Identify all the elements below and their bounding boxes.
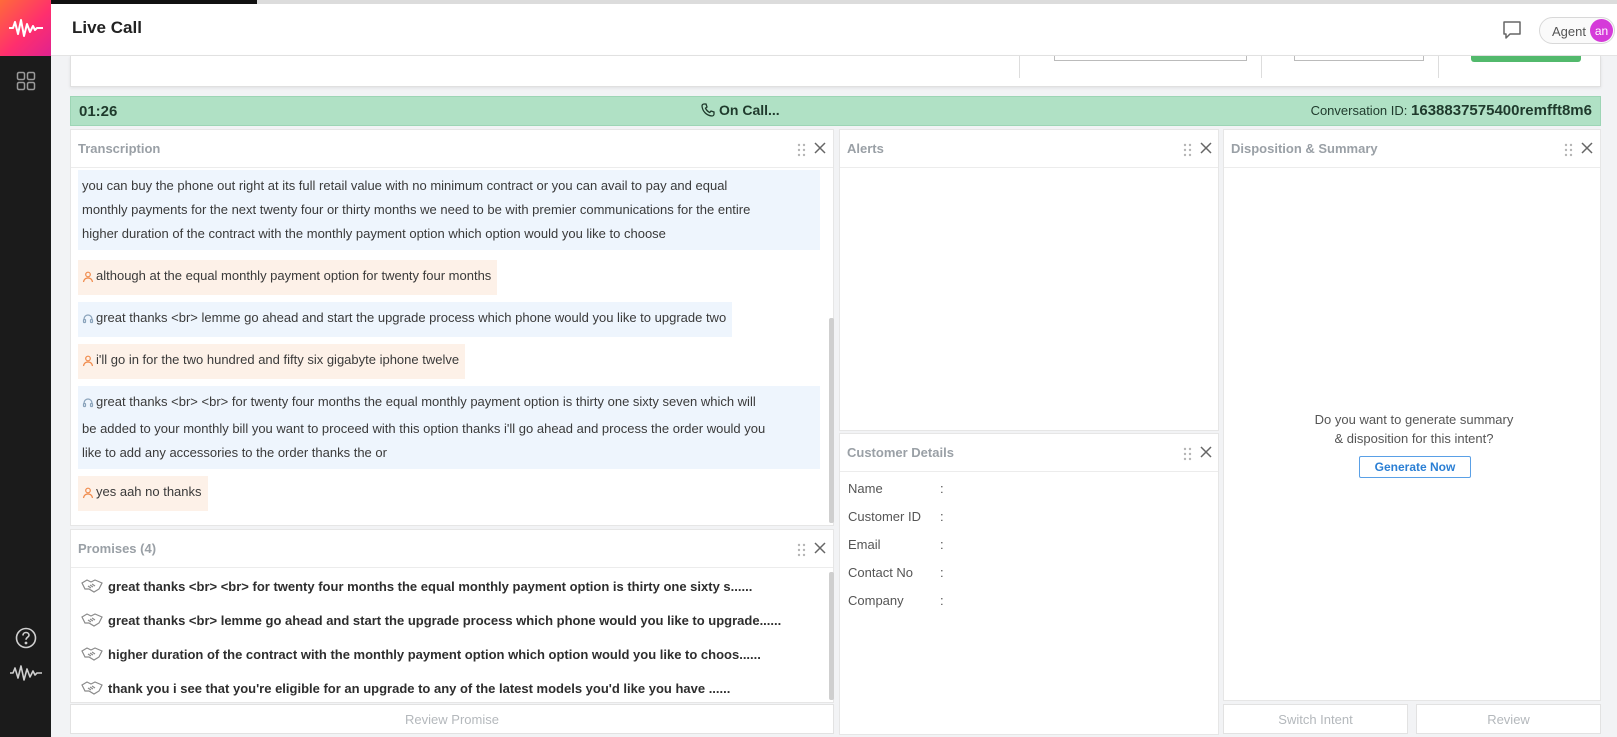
- agent-label: Agent: [1552, 24, 1586, 39]
- avatar: an: [1590, 19, 1613, 42]
- switch-intent-button[interactable]: Switch Intent: [1223, 704, 1408, 734]
- transcript-text: although at the equal monthly payment op…: [96, 268, 492, 283]
- panel-header: Promises (4): [71, 530, 833, 568]
- transcript-list: you can buy the phone out right at its f…: [76, 170, 834, 513]
- transcript-text: higher duration of the contract with the…: [82, 226, 666, 241]
- panel-header: Transcription: [71, 130, 833, 168]
- waveform-logo-icon[interactable]: [0, 0, 51, 56]
- promises-panel: Promises (4) great thanks <br> <br> for …: [70, 529, 834, 703]
- transcription-panel: Transcription you can buy the phone out …: [70, 129, 834, 526]
- handshake-icon: [81, 578, 105, 597]
- summary-prompt-line1: Do you want to generate summary: [1314, 412, 1514, 427]
- drag-handle-icon[interactable]: [1183, 447, 1193, 461]
- panel-header: Alerts: [840, 130, 1218, 168]
- call-state-label: On Call...: [719, 102, 780, 118]
- left-rail: [0, 0, 51, 737]
- promise-item[interactable]: higher duration of the contract with the…: [81, 646, 761, 665]
- promise-text: great thanks <br> <br> for twenty four m…: [108, 578, 753, 594]
- call-state: On Call...: [701, 102, 780, 118]
- generate-now-button[interactable]: Generate Now: [1359, 456, 1471, 478]
- drag-handle-icon[interactable]: [797, 143, 807, 157]
- handshake-icon: [81, 646, 105, 665]
- close-icon[interactable]: [1579, 140, 1595, 156]
- grid-apps-icon[interactable]: [0, 66, 51, 96]
- call-controls-panel: [70, 56, 1601, 87]
- transcription-title: Transcription: [78, 141, 161, 156]
- transcript-text: yes aah no thanks: [96, 484, 202, 499]
- conversation-id-value: 1638837575400remfft8m6: [1411, 102, 1592, 119]
- disposition-title: Disposition & Summary: [1231, 141, 1378, 156]
- app-root: Live Call Agent an 01:26 On Call... Conv…: [0, 0, 1617, 737]
- page-header: Live Call Agent an: [51, 4, 1617, 56]
- conversation-id: Conversation ID: 1638837575400remfft8m6: [1311, 102, 1592, 119]
- phone-icon: [701, 103, 715, 117]
- transcript-text: you can buy the phone out right at its f…: [82, 178, 728, 193]
- headset-icon: [82, 393, 96, 417]
- scrollbar[interactable]: [829, 318, 834, 523]
- promise-text: higher duration of the contract with the…: [108, 646, 761, 662]
- transcript-text: be added to your monthly bill you want t…: [82, 421, 766, 436]
- review-button[interactable]: Review: [1416, 704, 1601, 734]
- promise-item[interactable]: thank you i see that you're eligible for…: [81, 680, 730, 699]
- panel-header: Disposition & Summary: [1224, 130, 1600, 168]
- summary-prompt: Do you want to generate summary & dispos…: [1224, 410, 1604, 448]
- close-icon[interactable]: [812, 140, 828, 156]
- person-icon: [82, 483, 96, 507]
- customer-details-panel: Customer Details Name: Customer ID: Emai…: [839, 433, 1219, 735]
- input-field[interactable]: [1294, 56, 1424, 61]
- close-icon[interactable]: [1198, 140, 1214, 156]
- transcript-message: yes aah no thanks: [78, 476, 208, 511]
- transcript-text: like to add any accessories to the order…: [82, 445, 387, 460]
- handshake-icon: [81, 612, 105, 631]
- drag-handle-icon[interactable]: [1564, 143, 1574, 157]
- close-icon[interactable]: [1198, 444, 1214, 460]
- transcript-message: great thanks <br> <br> for twenty four m…: [78, 386, 820, 469]
- transcript-text: monthly payments for the next twenty fou…: [82, 202, 751, 217]
- transcript-message: i'll go in for the two hundred and fifty…: [78, 344, 466, 379]
- promises-title: Promises (4): [78, 541, 157, 556]
- transcript-text: i'll go in for the two hundred and fifty…: [96, 352, 460, 367]
- promise-text: thank you i see that you're eligible for…: [108, 680, 731, 696]
- call-status-bar: 01:26 On Call... Conversation ID: 163883…: [70, 96, 1601, 126]
- agent-menu[interactable]: Agent an: [1539, 17, 1615, 44]
- panel-header: Customer Details: [840, 434, 1218, 472]
- alerts-panel: Alerts: [839, 129, 1219, 431]
- page-title: Live Call: [72, 18, 142, 37]
- transcript-text: great thanks <br> lemme go ahead and sta…: [96, 310, 727, 325]
- drag-handle-icon[interactable]: [1183, 143, 1193, 157]
- alerts-title: Alerts: [847, 141, 884, 156]
- close-icon[interactable]: [812, 540, 828, 556]
- help-circle-icon[interactable]: [0, 623, 51, 653]
- summary-prompt-line2: & disposition for this intent?: [1334, 431, 1494, 446]
- scrollbar[interactable]: [829, 572, 834, 700]
- transcript-text: great thanks <br> <br> for twenty four m…: [96, 394, 756, 409]
- chat-icon[interactable]: [1500, 18, 1524, 42]
- transcript-message: although at the equal monthly payment op…: [78, 260, 498, 295]
- promise-item[interactable]: great thanks <br> lemme go ahead and sta…: [81, 612, 781, 631]
- conversation-id-label: Conversation ID:: [1310, 103, 1408, 118]
- disposition-panel: Disposition & Summary Do you want to gen…: [1223, 129, 1601, 701]
- action-button[interactable]: [1471, 56, 1581, 62]
- call-timer: 01:26: [79, 103, 118, 120]
- customer-details-title: Customer Details: [847, 445, 954, 460]
- promise-text: great thanks <br> lemme go ahead and sta…: [108, 612, 782, 628]
- waveform-icon[interactable]: [0, 658, 51, 688]
- person-icon: [82, 351, 96, 375]
- handshake-icon: [81, 680, 105, 699]
- promise-item[interactable]: great thanks <br> <br> for twenty four m…: [81, 578, 752, 597]
- transcript-message: great thanks <br> lemme go ahead and sta…: [78, 302, 733, 337]
- select-field[interactable]: [1054, 56, 1247, 61]
- review-promise-button[interactable]: Review Promise: [70, 704, 834, 734]
- person-icon: [82, 267, 96, 291]
- drag-handle-icon[interactable]: [797, 543, 807, 557]
- transcript-message: you can buy the phone out right at its f…: [78, 170, 820, 250]
- headset-icon: [82, 309, 96, 333]
